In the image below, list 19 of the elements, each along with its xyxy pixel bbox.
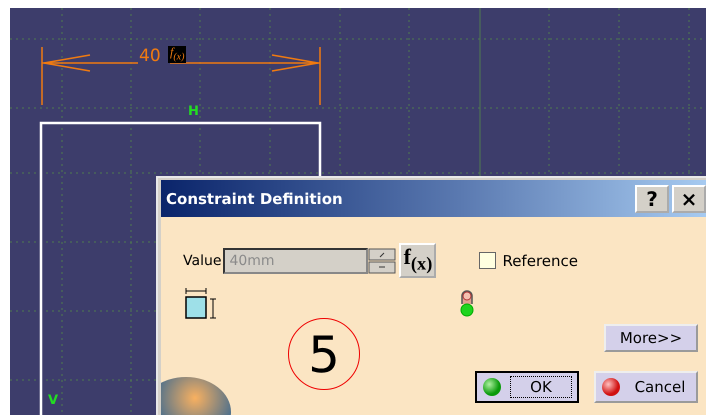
reference-checkbox[interactable] [479,252,496,269]
dialog-title: Constraint Definition [166,190,344,208]
close-button[interactable]: × [672,184,706,212]
help-button[interactable]: ? [635,184,669,212]
formula-button[interactable]: f$_{(x)}$ [399,243,436,278]
ok-button[interactable]: OK [475,371,579,403]
dimension-line[interactable] [41,47,321,105]
more-button[interactable]: More>> [604,324,698,352]
callout-number: 5 [288,318,360,390]
reference-label: Reference [502,252,578,270]
cancel-button[interactable]: Cancel [594,371,698,403]
vertical-constraint: V [48,394,58,408]
horizontal-constraint: H [188,105,199,119]
spinner-icon[interactable] [368,248,396,274]
dimension-type-icon [185,288,219,320]
value-label: Value [183,252,222,268]
padlock-icon [459,288,475,318]
dimension-value[interactable]: 40 [139,46,161,66]
formula-badge: f$_{(x)}$ [168,46,186,64]
